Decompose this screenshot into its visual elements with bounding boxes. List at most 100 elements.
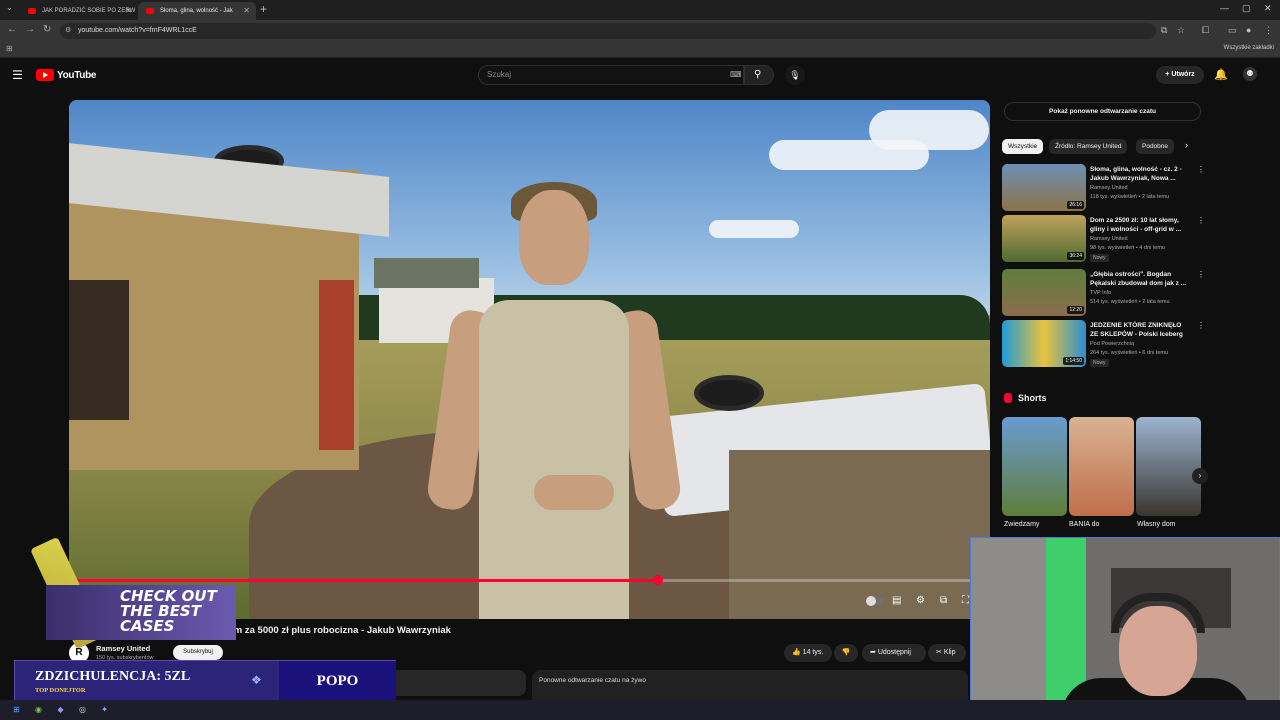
discord-icon[interactable]: ◆ <box>54 703 67 716</box>
chat-replay-label: Ponowne odtwarzanie czatu na żywo <box>539 677 646 684</box>
recommendation-channel: Ramsey United <box>1090 236 1128 242</box>
chip-related[interactable]: Podobne <box>1136 139 1175 154</box>
youtube-logo[interactable]: YouTube <box>36 68 97 82</box>
video-thumbnail: 26:16 <box>1002 164 1086 211</box>
live-chat-replay-panel[interactable]: Ponowne odtwarzanie czatu na żywo <box>532 670 968 700</box>
subscribe-button[interactable]: Subskrybuj <box>173 645 223 660</box>
video-thumbnail: 1:14:50 <box>1002 320 1086 367</box>
search-input[interactable]: Szukaj <box>478 65 744 85</box>
thumbs-up-icon: 👍 <box>792 649 803 656</box>
recommendation-item[interactable]: 26:16 Słoma, glina, wolność - cz. 2 - Ja… <box>1002 164 1205 212</box>
promo-text: CHECK OUT THE BEST CASES <box>120 587 217 635</box>
close-tab-icon[interactable]: ✕ <box>243 2 250 20</box>
video-duration: 1:14:50 <box>1063 357 1084 365</box>
close-window-icon[interactable]: ✕ <box>1264 3 1272 14</box>
more-vert-icon[interactable]: ⋮ <box>1197 321 1205 330</box>
browser-tab-strip: ⌄ JAK PORADZIĆ SOBIE PO ZERW ✕ Słoma, gl… <box>0 0 1280 20</box>
video-progress-bar[interactable] <box>69 575 990 585</box>
install-icon[interactable]: ⧉ <box>1161 25 1167 36</box>
search-icon: ⚲ <box>754 69 762 80</box>
cast-icon[interactable]: ▭ <box>1228 25 1237 36</box>
short-thumbnail[interactable] <box>1069 417 1134 516</box>
account-avatar[interactable]: ⚉ <box>1243 67 1257 81</box>
donation-subtitle: TOP DONEJTOR <box>35 687 86 694</box>
mic-icon[interactable]: 🎙 <box>785 65 805 85</box>
fullscreen-icon[interactable]: ⛶ <box>962 595 969 606</box>
donation-amount: ZDZICHULENCJA: 5ZL <box>35 669 191 684</box>
video-frame-boards <box>729 450 990 619</box>
show-chat-replay-button[interactable]: Pokaż ponowne odtwarzanie czatu <box>1004 102 1201 121</box>
menu-hamburger-icon[interactable]: ☰ <box>12 68 23 82</box>
like-button[interactable]: 👍 14 tys. <box>784 644 832 662</box>
new-badge: Nowy <box>1090 359 1109 367</box>
video-duration: 12:20 <box>1067 306 1084 314</box>
subtitles-icon[interactable]: ▤ <box>892 595 901 606</box>
arrow-right-icon[interactable]: → <box>25 24 35 35</box>
url-field[interactable]: ⚙ youtube.com/watch?v=fmF4WRL1ccE <box>60 23 1156 39</box>
dislike-button[interactable]: 👎 <box>834 644 858 662</box>
bookmark-star-icon[interactable]: ☆ <box>1177 25 1185 36</box>
scissors-icon: ✂ <box>936 649 944 656</box>
new-badge: Nowy <box>1090 254 1109 262</box>
all-bookmarks-link[interactable]: Wszystkie zakładki <box>1224 45 1274 51</box>
donation-name: POPO <box>316 673 359 689</box>
close-tab-icon[interactable]: ✕ <box>125 2 132 20</box>
more-vert-icon[interactable]: ⋮ <box>1264 25 1273 36</box>
obs-icon[interactable]: ◎ <box>76 703 89 716</box>
extensions-icon[interactable]: ⧠ <box>1202 25 1209 36</box>
bookmarks-bar: ⊞ Wszystkie zakładki <box>0 42 1280 58</box>
share-arrow-icon: ➦ <box>870 649 878 656</box>
reload-icon[interactable]: ↻ <box>43 24 51 35</box>
chip-source-channel[interactable]: Źródło: Ramsey United <box>1049 139 1128 154</box>
short-title: Zwiedzamy <box>1004 521 1040 528</box>
more-vert-icon[interactable]: ⋮ <box>1197 165 1205 174</box>
recommendation-title: Słoma, glina, wolność - cz. 2 - Jakub Wa… <box>1090 166 1182 182</box>
more-vert-icon[interactable]: ⋮ <box>1197 216 1205 225</box>
chrome-icon[interactable]: ◉ <box>32 703 45 716</box>
youtube-header: ☰ YouTube Szukaj ⌨ ⚲ 🎙 + Utwórz 🔔 ⚉ <box>0 58 1280 92</box>
maximize-icon[interactable]: ▢ <box>1242 3 1251 14</box>
steam-icon[interactable]: ✦ <box>98 703 111 716</box>
video-frame-cloud <box>869 110 989 150</box>
autoplay-toggle[interactable] <box>866 596 884 606</box>
video-player[interactable] <box>69 100 990 619</box>
recommendation-item[interactable]: 12:20 „Głębia ostrości". Bogdan Pękalski… <box>1002 269 1205 317</box>
arrow-left-icon[interactable]: ← <box>7 24 17 35</box>
settings-gear-icon[interactable]: ⚙ <box>916 595 925 606</box>
profile-icon[interactable]: ● <box>1246 25 1251 35</box>
recommendation-title: „Głębia ostrości". Bogdan Pękalski zbudo… <box>1090 271 1187 287</box>
short-thumbnail[interactable] <box>1002 417 1067 516</box>
video-frame-cloud <box>709 220 799 238</box>
keyboard-icon[interactable]: ⌨ <box>730 70 742 79</box>
os-taskbar: ⊞ ◉ ◆ ◎ ✦ <box>0 700 1280 720</box>
promo-banner: CHECK OUT THE BEST CASES <box>46 585 236 640</box>
more-vert-icon[interactable]: ⋮ <box>1197 270 1205 279</box>
minimize-icon[interactable]: — <box>1220 3 1229 13</box>
short-thumbnail[interactable] <box>1136 417 1201 516</box>
recommendation-item[interactable]: 1:14:50 JEDZENIE KTÓRE ZNIKNĘŁO ZE SKLEP… <box>1002 320 1205 368</box>
browser-tab-active[interactable]: Słoma, glina, wolność - Jak ✕ <box>138 2 256 20</box>
tab-title: Słoma, glina, wolność - Jak <box>160 8 233 14</box>
recommendation-channel: Pod Powierzchnią <box>1090 341 1135 347</box>
recommendation-title: JEDZENIE KTÓRE ZNIKNĘŁO ZE SKLEPÓW - Pol… <box>1090 322 1183 338</box>
channel-name[interactable]: Ramsey United <box>96 644 150 653</box>
chip-all[interactable]: Wszystkie <box>1002 139 1044 154</box>
chevron-right-icon[interactable]: › <box>1192 468 1208 484</box>
share-button[interactable]: ➦ Udostępnij <box>862 644 926 662</box>
site-info-icon[interactable]: ⚙ <box>65 23 71 39</box>
browser-tab[interactable]: JAK PORADZIĆ SOBIE PO ZERW ✕ <box>20 2 138 20</box>
clip-button[interactable]: ✂ Klip <box>928 644 966 662</box>
recommendation-item[interactable]: 36:24 Dom za 2500 zł: 10 lat słomy, glin… <box>1002 215 1205 263</box>
recommendation-meta: 118 tys. wyświetleń • 2 lata temu <box>1090 194 1170 200</box>
apps-grid-icon[interactable]: ⊞ <box>6 44 13 53</box>
thumbs-down-icon: 👎 <box>841 649 851 656</box>
miniplayer-icon[interactable]: ⧉ <box>940 595 947 606</box>
create-button[interactable]: + Utwórz <box>1156 66 1204 84</box>
tab-search-chevron-down-icon[interactable]: ⌄ <box>6 3 13 12</box>
search-button[interactable]: ⚲ <box>744 65 774 85</box>
video-progress-fill <box>69 579 659 582</box>
windows-start-icon[interactable]: ⊞ <box>10 703 23 716</box>
bell-icon[interactable]: 🔔 <box>1214 68 1228 81</box>
chevron-right-icon[interactable]: › <box>1185 140 1188 150</box>
new-tab-plus-icon[interactable]: + <box>260 2 267 16</box>
